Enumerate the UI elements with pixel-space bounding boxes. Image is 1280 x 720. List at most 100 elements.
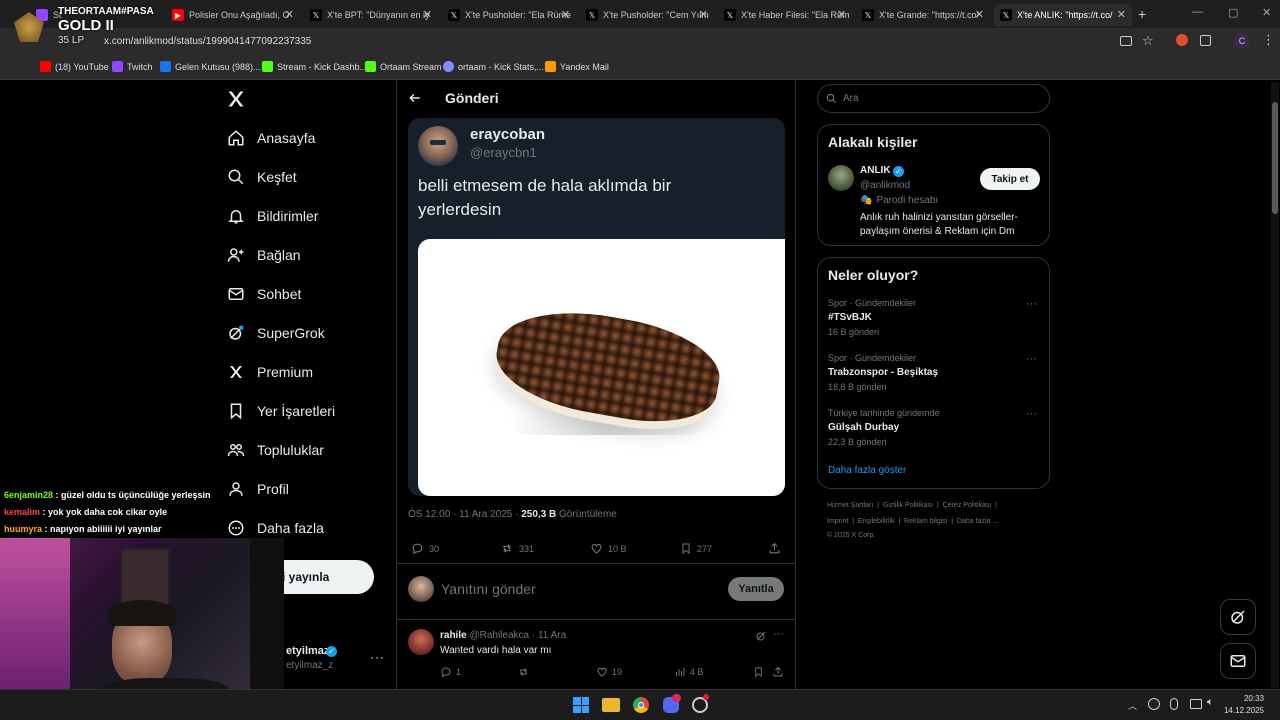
- close-tab-icon[interactable]: ✕: [1117, 8, 1126, 21]
- microphone-icon[interactable]: [1170, 698, 1178, 710]
- star-icon[interactable]: ☆: [1142, 33, 1154, 49]
- sidebar-item-premium[interactable]: Premium: [227, 363, 313, 381]
- scrollbar-thumb[interactable]: [1272, 102, 1278, 214]
- minimize-button[interactable]: —: [1192, 6, 1203, 18]
- clock-time[interactable]: 20:33: [1232, 694, 1264, 703]
- sidebar-item-more[interactable]: Daha fazla: [227, 519, 324, 537]
- extension-icon[interactable]: [1176, 34, 1188, 46]
- trend-more-icon[interactable]: ···: [1026, 353, 1037, 365]
- reply-date[interactable]: · 11 Ara: [532, 630, 566, 641]
- sync-icon[interactable]: [1148, 698, 1160, 710]
- volume-icon[interactable]: 🔈︎: [1207, 696, 1214, 709]
- reply-author-name[interactable]: rahile: [440, 630, 467, 641]
- reply-header: rahile @Rahileakca · 11 Ara: [440, 630, 566, 641]
- reply-button[interactable]: Yanıtla: [728, 577, 784, 601]
- close-tab-icon[interactable]: ✕: [423, 8, 432, 21]
- close-tab-icon[interactable]: ✕: [285, 8, 294, 21]
- related-person-avatar[interactable]: [828, 165, 854, 191]
- related-person-name[interactable]: ANLIK: [860, 165, 891, 176]
- trend-more-icon[interactable]: ···: [1026, 408, 1037, 420]
- close-tab-icon[interactable]: ✕: [561, 8, 570, 21]
- grok-floating-button[interactable]: [1220, 599, 1256, 635]
- browser-tab[interactable]: 𝕏 X'te Haber Filesi: "Ela Rüm ✕: [718, 4, 852, 26]
- browser-tab[interactable]: 𝕏 X'te Grande: "https://t.co/✕: [856, 4, 990, 26]
- network-icon[interactable]: [1190, 699, 1202, 709]
- x-logo-icon: 𝕏: [310, 9, 322, 21]
- sidebar-item-home[interactable]: Anasayfa: [227, 129, 315, 147]
- extensions-puzzle-icon[interactable]: [1200, 35, 1211, 46]
- chrome-icon[interactable]: [633, 697, 649, 713]
- sidebar-item-communities[interactable]: Topluluklar: [227, 441, 324, 459]
- author-handle[interactable]: @eraycbn1: [470, 145, 537, 160]
- scrollbar[interactable]: [1271, 82, 1279, 688]
- reply-avatar[interactable]: [408, 629, 434, 655]
- trend-item[interactable]: Türkiye tarihinde gündemde Gülşah Durbay…: [828, 408, 1038, 447]
- reply-like-action[interactable]: 19: [596, 666, 622, 678]
- repost-action[interactable]: 331: [500, 542, 534, 555]
- sidebar-item-chat[interactable]: Sohbet: [227, 285, 301, 303]
- reply-input[interactable]: Yanıtını gönder: [441, 581, 536, 597]
- close-tab-icon[interactable]: ✕: [699, 8, 708, 21]
- search-input[interactable]: Ara: [843, 93, 859, 104]
- browser-tab[interactable]: 𝕏 X'te Pusholder: "Ela Rüme ✕: [442, 4, 576, 26]
- back-arrow-icon[interactable]: [408, 91, 422, 105]
- post-time[interactable]: ÖS 12:00 · 11 Ara 2025 ·: [408, 509, 521, 520]
- trend-item[interactable]: Spor · Gündemdekiler Trabzonspor - Beşik…: [828, 353, 1038, 392]
- reply-more-icon[interactable]: ···: [773, 628, 784, 640]
- install-app-icon[interactable]: [1120, 36, 1132, 46]
- share-action[interactable]: [768, 542, 786, 555]
- reply-views-action[interactable]: 4 B: [674, 666, 704, 678]
- footer-links[interactable]: Imprint | Erişilebilirlik | Reklam bilgi…: [827, 518, 998, 525]
- browser-tab[interactable]: 𝕏 X'te Pusholder: "Cem Yılm ✕: [580, 4, 714, 26]
- sidebar-item-explore[interactable]: Keşfet: [227, 168, 297, 186]
- account-more-icon[interactable]: ···: [370, 650, 385, 664]
- bookmark-ortaam-stream[interactable]: Ortaam Stream: [365, 61, 442, 72]
- bookmark-icon[interactable]: [753, 666, 764, 678]
- sidebar-item-notifications[interactable]: Bildirimler: [227, 207, 318, 225]
- trend-item[interactable]: Spor · Gündemdekiler #TSvBJK 16 B gönder…: [828, 298, 1038, 337]
- related-person-handle[interactable]: @anlikmod: [860, 180, 910, 191]
- browser-menu-icon[interactable]: ⋮: [1262, 32, 1275, 48]
- sidebar-item-bookmarks[interactable]: Yer İşaretleri: [227, 402, 335, 420]
- stream-rank-overlay: THEORTAAM#PASA GOLD II 35 LP: [0, 0, 220, 80]
- bookmark-action[interactable]: 277: [680, 542, 712, 555]
- close-tab-icon[interactable]: ✕: [975, 8, 984, 21]
- profile-avatar[interactable]: C: [1234, 33, 1250, 49]
- post-card: eraycoban @eraycbn1 belli etmesem de hal…: [408, 118, 785, 496]
- reply-reply-action[interactable]: 1: [440, 666, 461, 678]
- windows-start-icon[interactable]: [573, 697, 589, 713]
- repost-icon[interactable]: [517, 666, 530, 678]
- bookmark-kick-dashboard[interactable]: Stream - Kick Dashb...: [262, 61, 367, 72]
- close-window-button[interactable]: ✕: [1262, 6, 1271, 19]
- close-tab-icon[interactable]: ✕: [837, 8, 846, 21]
- maximize-button[interactable]: ▢: [1228, 6, 1238, 19]
- follow-button[interactable]: Takip et: [980, 168, 1040, 190]
- trend-more-icon[interactable]: ···: [1026, 298, 1037, 310]
- messages-floating-button[interactable]: [1220, 643, 1256, 679]
- like-action[interactable]: 10 B: [590, 542, 627, 555]
- share-icon[interactable]: [772, 666, 784, 678]
- sidebar-item-connect[interactable]: Bağlan: [227, 246, 301, 264]
- file-explorer-icon[interactable]: [602, 698, 620, 712]
- author-name[interactable]: eraycoban: [470, 126, 545, 143]
- grok-icon[interactable]: [755, 630, 767, 642]
- bookmark-kick-stats[interactable]: ortaam - Kick Stats,...: [443, 61, 544, 72]
- clock-date[interactable]: 14.12.2025: [1222, 706, 1264, 715]
- tray-chevron-icon[interactable]: ︿: [1128, 699, 1137, 712]
- webcam-door: [250, 538, 284, 690]
- browser-tab-active[interactable]: 𝕏 X'te ANLIK: "https://t.co/✕: [994, 4, 1132, 26]
- post-image[interactable]: [418, 239, 785, 496]
- reply-author-handle[interactable]: @Rahileakca: [469, 630, 529, 641]
- browser-tab[interactable]: 𝕏 X'te BPT: "Dünyanın en iy ✕: [304, 4, 438, 26]
- sidebar-item-supergrok[interactable]: SuperGrok: [227, 324, 325, 342]
- account-name[interactable]: etyilmaz: [286, 645, 329, 657]
- show-more-link[interactable]: Daha fazla göster: [828, 465, 906, 476]
- reply-action[interactable]: 30: [411, 542, 439, 555]
- search-box[interactable]: Ara: [817, 84, 1050, 113]
- bookmark-yandex-mail[interactable]: Yandex Mail: [545, 61, 609, 72]
- new-tab-button[interactable]: +: [1138, 6, 1146, 22]
- sidebar-item-profile[interactable]: Profil: [227, 480, 289, 498]
- author-avatar[interactable]: [418, 126, 458, 166]
- footer-links[interactable]: Hizmet Şartları | Gizlilik Politikası | …: [827, 502, 997, 509]
- x-logo-icon[interactable]: [226, 89, 246, 109]
